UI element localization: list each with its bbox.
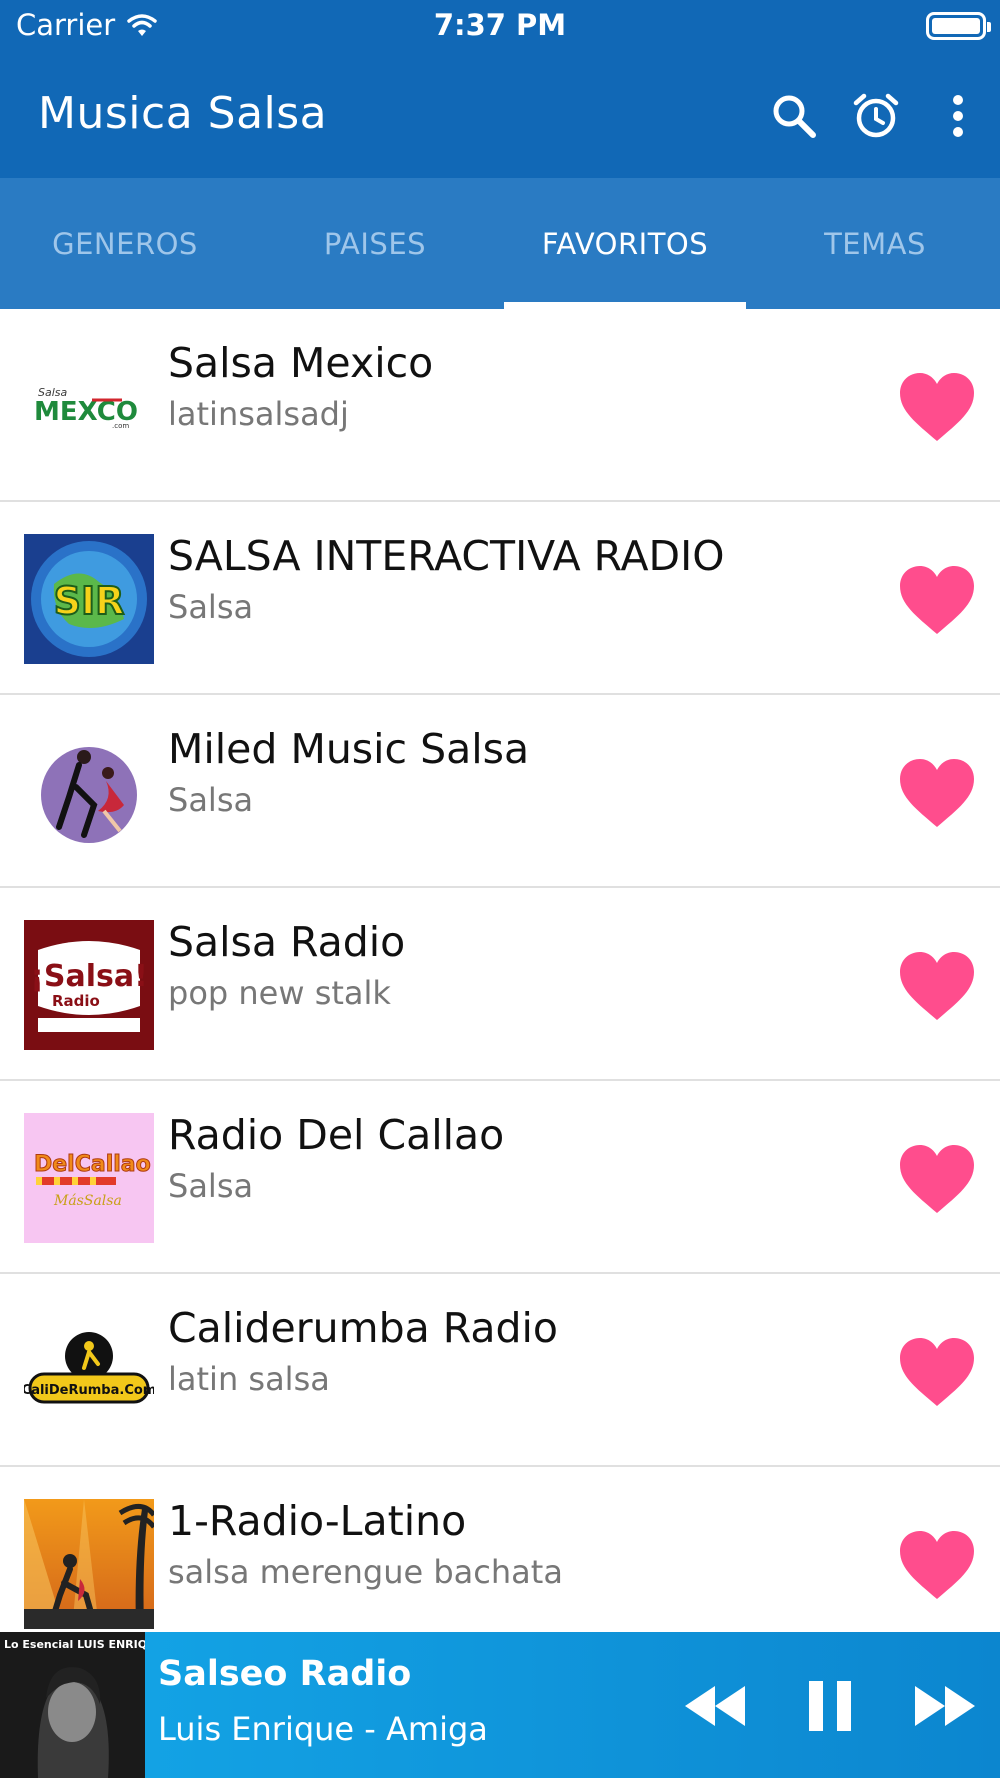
favorite-heart-icon[interactable]: [898, 757, 976, 829]
album-cover-caption: Lo Esencial LUIS ENRIQUE: [4, 1638, 145, 1651]
salsa-radio-logo: ¡Salsa! Radio: [24, 920, 154, 1050]
now-playing-title: Salseo Radio: [158, 1654, 412, 1694]
station-title: Radio Del Callao: [168, 1111, 505, 1159]
station-title: Salsa Mexico: [168, 339, 434, 387]
pause-icon: [809, 1681, 851, 1731]
more-button[interactable]: [930, 88, 986, 144]
now-playing-bar[interactable]: Lo Esencial LUIS ENRIQUE Salseo Radio Lu…: [0, 1632, 1000, 1778]
del-callao-logo-text: DelCallao: [34, 1152, 151, 1177]
station-subtitle: Salsa: [168, 781, 254, 819]
tab-temas[interactable]: TEMAS: [750, 178, 1000, 309]
sir-logo-text: SIR: [54, 579, 125, 623]
station-subtitle: Salsa: [168, 1167, 254, 1205]
alarm-icon: [853, 93, 899, 138]
station-subtitle: latinsalsadj: [168, 395, 349, 433]
favorite-heart-icon[interactable]: [898, 1529, 976, 1601]
album-cover: Lo Esencial LUIS ENRIQUE: [0, 1632, 145, 1778]
more-vert-icon: [953, 95, 963, 137]
fast-forward-button[interactable]: [908, 1668, 982, 1744]
rewind-icon: [685, 1686, 745, 1726]
app-title: Musica Salsa: [38, 88, 328, 139]
station-title: Salsa Radio: [168, 918, 406, 966]
favorite-heart-icon[interactable]: [898, 1336, 976, 1408]
radio-latino-logo: [24, 1499, 154, 1629]
tab-generos[interactable]: GENEROS: [0, 178, 250, 309]
status-bar: Carrier 7:37 PM: [0, 0, 1000, 50]
battery-icon: [926, 12, 991, 40]
favorite-heart-icon[interactable]: [898, 950, 976, 1022]
tab-paises[interactable]: PAISES: [250, 178, 500, 309]
station-title: 1-Radio-Latino: [168, 1497, 467, 1545]
list-item[interactable]: DelCallao MásSalsa Radio Del Callao Sals…: [0, 1081, 1000, 1274]
station-subtitle: salsa merengue bachata: [168, 1553, 563, 1591]
station-title: SALSA INTERACTIVA RADIO: [168, 532, 725, 580]
list-item[interactable]: ¡Salsa! Radio Salsa Radio pop new stalk: [0, 888, 1000, 1081]
app-bar: Carrier 7:37 PM Musica Salsa: [0, 0, 1000, 178]
rewind-button[interactable]: [678, 1668, 752, 1744]
list-item[interactable]: Salsa MEXCO .com Salsa Mexico latinsalsa…: [0, 309, 1000, 502]
salsa-mexico-logo: Salsa MEXCO .com: [24, 341, 154, 471]
favorites-list: Salsa MEXCO .com Salsa Mexico latinsalsa…: [0, 309, 1000, 1660]
favorite-heart-icon[interactable]: [898, 371, 976, 443]
svg-text:MásSalsa: MásSalsa: [53, 1193, 122, 1209]
now-playing-subtitle: Luis Enrique - Amiga: [158, 1710, 488, 1748]
svg-text:.com: .com: [112, 422, 129, 430]
tab-bar: GENEROS PAISES FAVORITOS TEMAS: [0, 178, 1000, 309]
station-title: Miled Music Salsa: [168, 725, 530, 773]
list-item[interactable]: Miled Music Salsa Salsa: [0, 695, 1000, 888]
station-title: Caliderumba Radio: [168, 1304, 558, 1352]
alarm-button[interactable]: [848, 88, 904, 144]
search-button[interactable]: [766, 88, 822, 144]
tab-favoritos[interactable]: FAVORITOS: [500, 178, 750, 309]
status-time: 7:37 PM: [433, 8, 567, 42]
favorite-heart-icon[interactable]: [898, 564, 976, 636]
search-icon: [773, 95, 816, 138]
dancers-logo: [24, 727, 154, 857]
sir-logo: SIR: [24, 534, 154, 664]
caliderumba-logo: CaliDeRumba.Com: [24, 1306, 154, 1436]
svg-text:Radio: Radio: [52, 992, 100, 1010]
del-callao-logo: DelCallao MásSalsa: [24, 1113, 154, 1243]
station-subtitle: pop new stalk: [168, 974, 391, 1012]
station-subtitle: latin salsa: [168, 1360, 330, 1398]
pause-button[interactable]: [800, 1668, 860, 1744]
fast-forward-icon: [915, 1686, 975, 1726]
list-item[interactable]: CaliDeRumba.Com Caliderumba Radio latin …: [0, 1274, 1000, 1467]
salsa-radio-logo-text: ¡Salsa!: [30, 959, 148, 994]
station-subtitle: Salsa: [168, 588, 254, 626]
favorite-heart-icon[interactable]: [898, 1143, 976, 1215]
list-item[interactable]: SIR SALSA INTERACTIVA RADIO Salsa: [0, 502, 1000, 695]
caliderumba-logo-text: CaliDeRumba.Com: [24, 1383, 154, 1398]
